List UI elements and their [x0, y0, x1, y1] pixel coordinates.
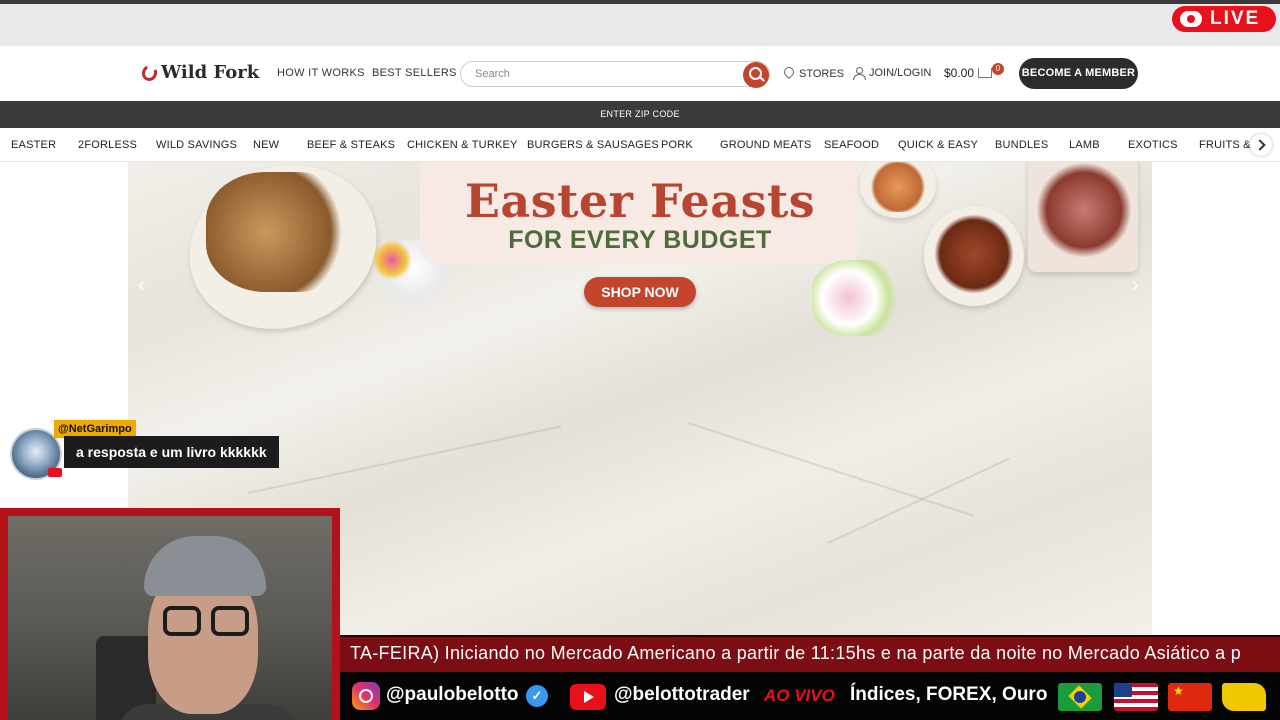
category-ground-meats[interactable]: GROUND MEATS — [720, 139, 811, 151]
live-label: LIVE — [1210, 8, 1261, 29]
login-link[interactable]: JOIN/LOGIN — [853, 67, 932, 80]
youtube-icon — [570, 684, 606, 710]
presenter-cap — [144, 536, 266, 596]
category-exotics[interactable]: EXOTICS — [1128, 139, 1178, 151]
tulips-image — [372, 240, 412, 280]
instagram-icon — [352, 682, 380, 710]
category-chicken-turkey[interactable]: CHICKEN & TURKEY — [407, 139, 518, 151]
chat-message: a resposta e um livro kkkkkk — [64, 436, 279, 468]
nav-how-it-works[interactable]: HOW IT WORKS — [277, 67, 365, 79]
usa-flag-icon — [1114, 683, 1158, 711]
nav-best-sellers[interactable]: BEST SELLERS — [372, 67, 457, 79]
logo-text: Wild Fork — [161, 62, 260, 83]
youtube-handle: @belottotrader — [614, 684, 750, 705]
category-nav: EASTER 2FORLESS WILD SAVINGS NEW BEEF & … — [0, 128, 1280, 162]
cart-icon — [978, 68, 993, 78]
shop-now-button[interactable]: SHOP NOW — [584, 277, 696, 307]
zip-code-bar[interactable]: ENTER ZIP CODE — [0, 101, 1280, 128]
category-quick-easy[interactable]: QUICK & EASY — [898, 139, 978, 151]
become-member-button[interactable]: BECOME A MEMBER — [1019, 58, 1138, 89]
login-label: JOIN/LOGIN — [869, 67, 932, 79]
carousel-prev-icon[interactable]: ‹ — [138, 274, 145, 297]
lamb-rack-image — [206, 172, 356, 292]
site-header: Wild Fork HOW IT WORKS BEST SELLERS Sear… — [0, 46, 1280, 101]
instagram-handle: @paulobelotto — [386, 684, 519, 705]
marble-vein — [687, 422, 974, 517]
chicken-image — [934, 214, 1014, 294]
category-bundles[interactable]: BUNDLES — [995, 139, 1048, 151]
category-next-icon[interactable] — [1250, 134, 1272, 156]
brazil-flag-icon — [1058, 683, 1102, 711]
hero-title: Easter Feasts — [464, 174, 816, 228]
ticker-text: TA-FEIRA) Iniciando no Mercado Americano… — [350, 643, 1242, 663]
stores-link[interactable]: STORES — [784, 67, 844, 80]
user-icon — [853, 67, 866, 80]
search-icon[interactable] — [743, 62, 769, 88]
marble-vein — [827, 457, 1010, 544]
glasses-right — [211, 606, 249, 636]
cart-count-badge: 0 — [992, 63, 1005, 75]
category-new[interactable]: NEW — [253, 139, 279, 151]
roast-beef-image — [1036, 162, 1132, 258]
social-bar: @paulobelotto ✓ @belottotrader AO VIVO Í… — [340, 672, 1280, 720]
china-flag-icon — [1168, 683, 1212, 711]
category-2forless[interactable]: 2FORLESS — [78, 139, 137, 151]
search-input[interactable]: Search — [460, 61, 770, 88]
category-seafood[interactable]: SEAFOOD — [824, 139, 879, 151]
cart-button[interactable]: $0.00 0 — [944, 63, 1005, 80]
live-badge: LIVE — [1172, 6, 1276, 32]
logo-icon — [139, 62, 160, 83]
youtube-mini-icon — [48, 468, 62, 477]
category-burgers-sausages[interactable]: BURGERS & SAUSAGES — [527, 139, 659, 151]
yellow-flag-icon — [1222, 683, 1266, 711]
location-pin-icon — [784, 67, 794, 80]
marble-vein — [247, 425, 562, 494]
webcam-frame — [0, 508, 340, 720]
category-pork[interactable]: PORK — [661, 139, 693, 151]
cart-total: $0.00 — [944, 66, 975, 80]
glasses-left — [163, 606, 201, 636]
browser-bar — [0, 4, 1280, 46]
carousel-next-icon[interactable]: › — [1132, 274, 1139, 297]
live-icon — [1180, 11, 1202, 27]
category-wild-savings[interactable]: WILD SAVINGS — [156, 139, 237, 151]
news-ticker: TA-FEIRA) Iniciando no Mercado Americano… — [340, 635, 1280, 672]
stores-label: STORES — [799, 67, 845, 80]
logo[interactable]: Wild Fork — [139, 62, 260, 83]
category-lamb[interactable]: LAMB — [1069, 139, 1100, 151]
verified-icon: ✓ — [526, 685, 548, 707]
webcam-feed — [8, 516, 332, 720]
category-easter[interactable]: EASTER — [11, 139, 56, 151]
topics-text: Índices, FOREX, Ouro — [850, 684, 1048, 705]
shrimp-image — [868, 162, 928, 212]
search-placeholder: Search — [475, 68, 510, 80]
easter-eggs-image — [812, 260, 904, 336]
category-beef-steaks[interactable]: BEEF & STEAKS — [307, 139, 395, 151]
hero-subtitle: FOR EVERY BUDGET — [508, 226, 772, 254]
ao-vivo-label: AO VIVO — [764, 686, 835, 705]
